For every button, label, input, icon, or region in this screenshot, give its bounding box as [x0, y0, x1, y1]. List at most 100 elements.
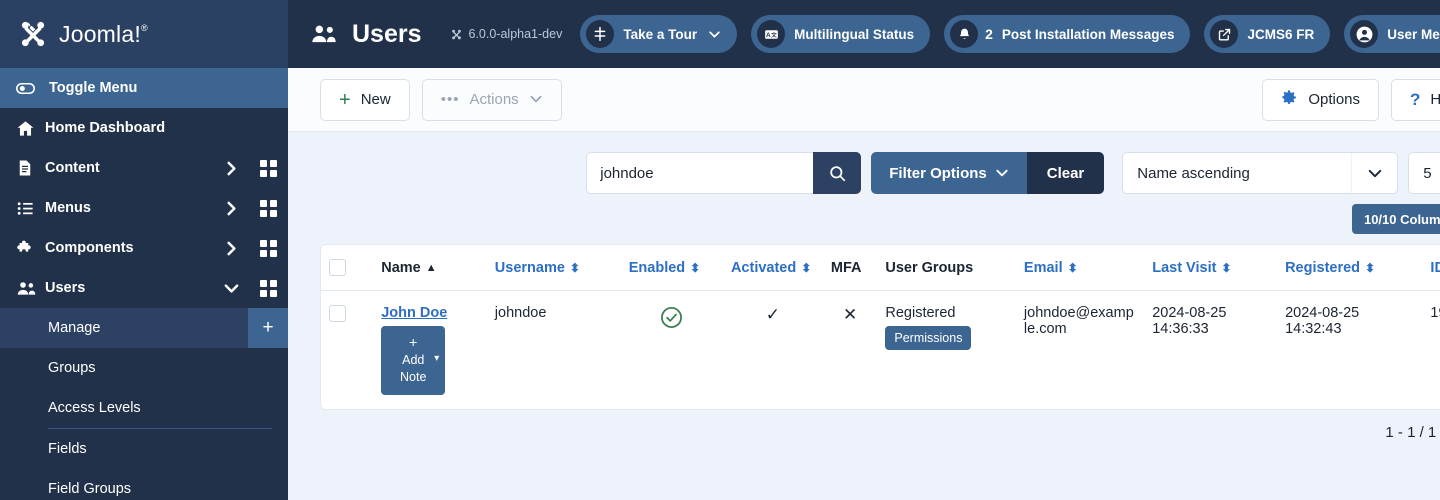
sidebar-item-groups[interactable]: Groups [0, 348, 288, 388]
column-header-username[interactable]: Username ⬍ [486, 245, 621, 291]
version-label: 6.0.0-alpha1-dev [450, 27, 562, 41]
row-select-cell [321, 291, 373, 409]
joomla-logo-icon [21, 21, 45, 47]
add-note-label-line2: Note [400, 369, 427, 384]
signpost-icon [586, 20, 615, 48]
search-button[interactable] [813, 152, 862, 194]
select-all-checkbox[interactable] [329, 259, 346, 276]
page-title-text: Users [352, 19, 422, 48]
chevron-right-icon[interactable] [214, 160, 248, 177]
table-header-row: Name ▲ Username ⬍ Enabled ⬍ Activated ⬍ [321, 245, 1440, 291]
clear-filters-button[interactable]: Clear [1026, 152, 1105, 194]
translate-icon: A 文 [757, 20, 786, 48]
column-header-mfa: MFA [822, 245, 878, 291]
options-button[interactable]: Options [1262, 78, 1380, 121]
options-button-label: Options [1308, 91, 1361, 108]
sidebar-item-label: Users [45, 280, 86, 296]
sidebar-item-access-levels[interactable]: Access Levels [0, 388, 288, 428]
brand-logo[interactable]: Joomla! ® [0, 0, 288, 68]
columns-dropdown-button[interactable]: 10/10 Columns ▾ [1351, 204, 1440, 234]
column-label: Email [1023, 259, 1063, 276]
add-note-button[interactable]: + Add ▾ Note [381, 326, 446, 395]
list-limit-select[interactable]: 5 [1408, 152, 1440, 194]
sidebar-item-home-dashboard[interactable]: Home Dashboard [0, 108, 288, 148]
table-body: John Doe + Add ▾ Note johndoe ✓ ✕ Regist… [321, 291, 1440, 409]
select-all-header [321, 245, 374, 291]
column-header-registered[interactable]: Registered ⬍ [1277, 245, 1423, 291]
add-user-button[interactable]: + [248, 308, 288, 348]
column-header-name[interactable]: Name ▲ [373, 245, 487, 291]
user-menu-button[interactable]: User Menu [1344, 15, 1440, 53]
grid-dashboard-icon[interactable] [248, 239, 288, 257]
brand-registered-mark: ® [140, 22, 148, 33]
sidebar-subitem-label: Manage [48, 320, 101, 336]
filter-bar: Filter Options Clear Name ascending [320, 152, 1440, 194]
cross-icon: ✕ [843, 305, 858, 324]
permissions-badge[interactable]: Permissions [885, 326, 972, 350]
chevron-right-icon[interactable] [214, 200, 248, 217]
cell-name: John Doe + Add ▾ Note [373, 291, 487, 409]
column-header-enabled[interactable]: Enabled ⬍ [620, 245, 723, 291]
grid-dashboard-icon[interactable] [248, 199, 288, 217]
add-note-label-line1: Add [402, 352, 425, 367]
caret-down-icon[interactable]: ▾ [434, 352, 439, 366]
sidebar-item-users[interactable]: Users [0, 268, 288, 308]
sidebar-item-manage[interactable]: Manage + [0, 308, 288, 348]
sort-icon: ⬍ [1221, 260, 1232, 275]
joomla-mark-icon [451, 29, 461, 39]
plus-icon: + [409, 334, 418, 350]
translate-glyph: A 文 [764, 29, 778, 39]
chevron-down-icon [529, 91, 543, 108]
row-checkbox[interactable] [329, 305, 346, 322]
sort-select-value: Name ascending [1137, 164, 1250, 182]
sidebar-item-components[interactable]: Components [0, 228, 288, 268]
sidebar-item-fields[interactable]: Fields [0, 429, 288, 469]
users-table: Name ▲ Username ⬍ Enabled ⬍ Activated ⬍ [321, 245, 1440, 409]
actions-button[interactable]: ••• Actions [421, 78, 562, 121]
help-button[interactable]: ? Help [1391, 78, 1440, 121]
chevron-right-icon[interactable] [214, 240, 248, 257]
search-icon [830, 165, 845, 181]
bell-icon [950, 20, 979, 48]
sidebar-item-field-groups[interactable]: Field Groups [0, 469, 288, 500]
new-button[interactable]: + New [320, 78, 410, 121]
filter-options-button[interactable]: Filter Options [871, 152, 1027, 194]
sidebar-item-menus[interactable]: Menus [0, 188, 288, 228]
filter-button-group: Filter Options Clear [871, 152, 1105, 194]
column-label: User Groups [885, 259, 974, 276]
column-header-activated[interactable]: Activated ⬍ [722, 245, 823, 291]
toggle-menu-label: Toggle Menu [49, 80, 138, 96]
column-header-id[interactable]: ID⬍ [1422, 245, 1440, 291]
filter-options-label: Filter Options [889, 164, 987, 182]
sidebar: Joomla! ® Toggle Menu Home Dashboard Con… [0, 0, 288, 500]
check-icon: ✓ [765, 305, 781, 324]
take-a-tour-label: Take a Tour [623, 26, 698, 42]
toggle-menu-button[interactable]: Toggle Menu [0, 68, 288, 108]
sidebar-item-content[interactable]: Content [0, 148, 288, 188]
post-installation-messages-button[interactable]: 2 Post Installation Messages [944, 15, 1191, 53]
cell-email: johndoe@example.com [1023, 305, 1134, 337]
column-header-last-visit[interactable]: Last Visit ⬍ [1144, 245, 1278, 291]
grid-dashboard-icon[interactable] [248, 279, 288, 297]
chevron-down-icon[interactable] [214, 282, 248, 295]
sidebar-item-label: Content [45, 160, 100, 176]
cell-mfa: ✕ [823, 291, 878, 409]
columns-dropdown-label: 10/10 Columns [1363, 211, 1440, 227]
cell-user-groups: Registered Permissions [877, 291, 1016, 409]
column-label: ID [1430, 259, 1440, 276]
sort-select[interactable]: Name ascending [1122, 152, 1399, 194]
users-table-card: Name ▲ Username ⬍ Enabled ⬍ Activated ⬍ [320, 244, 1440, 410]
column-label: MFA [830, 259, 862, 276]
grid-dashboard-icon[interactable] [248, 159, 288, 177]
user-name-link[interactable]: John Doe [381, 305, 447, 321]
sort-icon: ⬍ [1067, 260, 1078, 275]
pagination-counter: 1 - 1 / 1 items [1385, 423, 1440, 441]
multilingual-status-button[interactable]: A 文 Multilingual Status [751, 15, 931, 53]
take-a-tour-button[interactable]: Take a Tour [580, 15, 738, 53]
visit-site-button[interactable]: JCMS6 FR [1204, 15, 1331, 53]
search-input[interactable] [586, 152, 814, 194]
check-circle-green-icon[interactable] [659, 305, 684, 334]
column-header-email[interactable]: Email ⬍ [1015, 245, 1145, 291]
svg-text:A: A [766, 32, 771, 39]
multilingual-status-label: Multilingual Status [794, 26, 915, 42]
